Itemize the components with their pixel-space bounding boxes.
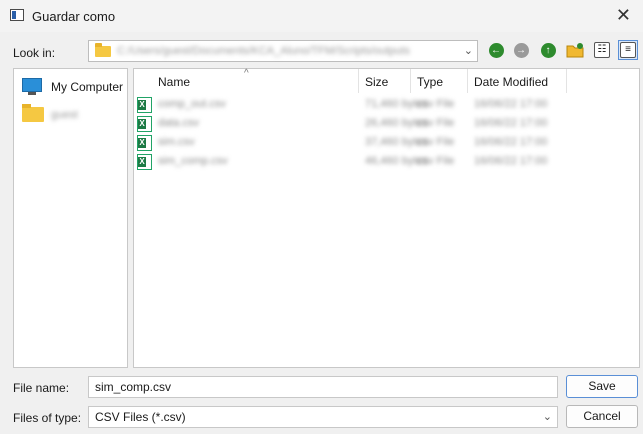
sidebar: My Computer guest: [13, 68, 128, 368]
new-folder-icon: [566, 43, 584, 58]
chevron-down-icon: ⌄: [542, 411, 552, 423]
file-type-select[interactable]: CSV Files (*.csv) ⌄: [88, 406, 558, 428]
close-icon[interactable]: ✕: [616, 6, 631, 24]
title-bar: Guardar como ✕: [0, 0, 643, 32]
column-header-type[interactable]: Type: [417, 69, 443, 93]
forward-arrow-icon: →: [513, 42, 529, 58]
file-name-input[interactable]: sim_comp.csv: [88, 376, 558, 398]
monitor-icon: [22, 78, 42, 95]
file-type: csv File: [417, 136, 455, 148]
table-row[interactable]: sim.csv 37,460 bytes csv File 16/06/22 1…: [134, 134, 639, 153]
back-button[interactable]: ←: [486, 40, 506, 60]
grid-view-icon: ☷: [594, 42, 610, 58]
file-date: 16/06/22 17:00: [474, 98, 548, 110]
file-date: 16/06/22 17:00: [474, 155, 548, 167]
detail-view-button[interactable]: ≡: [618, 40, 638, 60]
chevron-down-icon: ⌄: [463, 45, 473, 57]
sidebar-item-user-folder[interactable]: guest: [51, 109, 78, 121]
folder-icon: [95, 43, 111, 57]
forward-button[interactable]: →: [511, 40, 531, 60]
table-row[interactable]: sim_comp.csv 46,460 bytes csv File 16/06…: [134, 153, 639, 172]
table-row[interactable]: data.csv 26,460 bytes csv File 16/06/22 …: [134, 115, 639, 134]
file-type-value: CSV Files (*.csv): [95, 410, 186, 424]
look-in-label: Look in:: [13, 46, 56, 60]
sidebar-item-my-computer[interactable]: My Computer: [51, 80, 123, 94]
cancel-button[interactable]: Cancel: [566, 405, 638, 428]
parent-directory-button[interactable]: ↑: [538, 40, 558, 60]
look-in-combo[interactable]: C:/Users/guest/Documents/KCA_Aluno/TFM/S…: [88, 40, 478, 62]
file-list[interactable]: Name ^ Size Type Date Modified comp_out.…: [133, 68, 640, 368]
file-type: csv File: [417, 155, 455, 167]
excel-file-icon: [137, 116, 152, 132]
column-header-size[interactable]: Size: [365, 69, 388, 93]
folder-icon: [22, 104, 44, 122]
detail-view-icon: ≡: [620, 42, 636, 58]
back-arrow-icon: ←: [488, 42, 504, 58]
column-header-name[interactable]: Name: [158, 69, 190, 93]
file-name: sim_comp.csv: [158, 155, 228, 167]
up-arrow-icon: ↑: [540, 42, 556, 58]
window-title: Guardar como: [32, 9, 116, 24]
file-date: 16/06/22 17:00: [474, 117, 548, 129]
file-name: data.csv: [158, 117, 199, 129]
sort-ascending-icon: ^: [244, 68, 249, 79]
excel-file-icon: [137, 135, 152, 151]
file-name: sim.csv: [158, 136, 195, 148]
list-view-button[interactable]: ☷: [592, 40, 612, 60]
excel-file-icon: [137, 154, 152, 170]
file-type: csv File: [417, 117, 455, 129]
file-name: comp_out.csv: [158, 98, 226, 110]
window-icon: [10, 9, 24, 21]
column-header-date-modified[interactable]: Date Modified: [474, 69, 548, 93]
look-in-path: C:/Users/guest/Documents/KCA_Aluno/TFM/S…: [117, 45, 410, 57]
file-name-label: File name:: [13, 381, 70, 395]
new-folder-button[interactable]: [565, 40, 585, 60]
save-button[interactable]: Save: [566, 375, 638, 398]
file-date: 16/06/22 17:00: [474, 136, 548, 148]
file-type-label: Files of type:: [13, 411, 82, 425]
file-type: csv File: [417, 98, 455, 110]
table-row[interactable]: comp_out.csv 71,460 bytes csv File 16/06…: [134, 96, 639, 115]
excel-file-icon: [137, 97, 152, 113]
